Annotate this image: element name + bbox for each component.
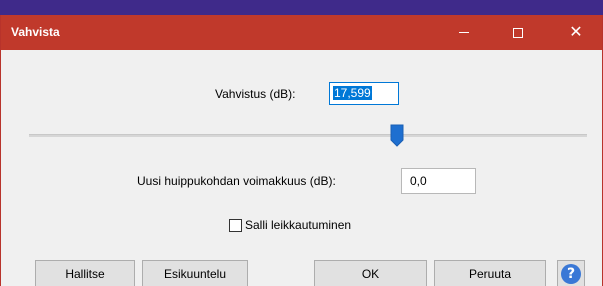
maximize-button[interactable] — [495, 15, 541, 50]
dialog-content: Vahvistus (dB): 17,599 Uusi huippukohdan… — [1, 50, 602, 286]
gain-slider-track[interactable] — [29, 134, 587, 137]
ok-button[interactable]: OK — [314, 260, 427, 286]
minimize-button[interactable] — [441, 15, 487, 50]
maximize-icon — [513, 27, 523, 38]
amplify-dialog: Vahvista ✕ Vahvistus (dB): 17,599 Uusi h… — [0, 15, 603, 286]
gain-value: 17,599 — [333, 86, 372, 100]
minimize-icon — [459, 32, 469, 33]
peak-value: 0,0 — [410, 174, 427, 188]
manage-button[interactable]: Hallitse — [35, 260, 135, 286]
clipping-row: Salli leikkautuminen — [229, 217, 351, 233]
close-icon: ✕ — [569, 23, 583, 41]
gain-slider-thumb[interactable] — [390, 124, 404, 147]
peak-label: Uusi huippukohdan voimakkuus (dB): — [137, 174, 336, 188]
allow-clipping-label[interactable]: Salli leikkautuminen — [245, 218, 351, 232]
gain-label: Vahvistus (dB): — [215, 87, 296, 101]
allow-clipping-checkbox[interactable] — [229, 218, 242, 232]
help-button[interactable]: ? — [557, 260, 585, 286]
cancel-button[interactable]: Peruuta — [434, 260, 546, 286]
gain-input[interactable]: 17,599 — [329, 82, 399, 105]
preview-button[interactable]: Esikuuntelu — [142, 260, 248, 286]
help-icon: ? — [561, 264, 581, 284]
dialog-title: Vahvista — [11, 25, 60, 39]
title-bar: Vahvista ✕ — [1, 15, 602, 50]
close-button[interactable]: ✕ — [553, 15, 599, 50]
peak-input[interactable]: 0,0 — [401, 168, 476, 194]
gain-row: Vahvistus (dB): 17,599 — [1, 82, 602, 106]
peak-row: Uusi huippukohdan voimakkuus (dB): 0,0 — [1, 168, 602, 194]
